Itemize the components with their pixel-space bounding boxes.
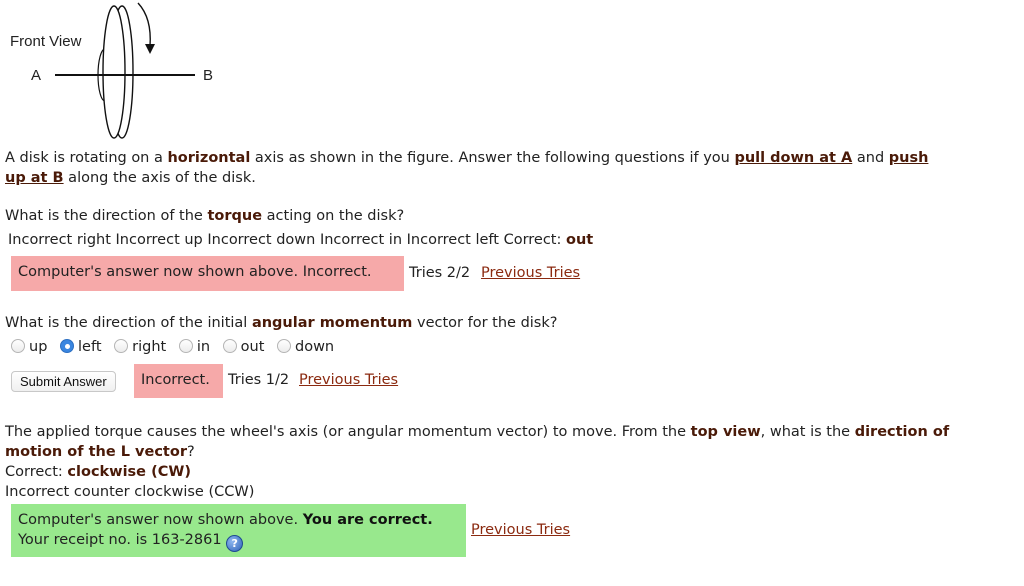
intro-text-3: along the axis of the disk.	[63, 170, 256, 186]
q3-feedback-box: Computer's answer now shown above. You a…	[11, 504, 466, 557]
intro-text-1: A disk is rotating on a	[5, 150, 168, 166]
up-at-b-link[interactable]: up at B	[5, 170, 64, 186]
q3-feedback-line2: Your receipt no. is 163-2861 ?	[18, 532, 244, 552]
q3-feedback-pre: Computer's answer now shown above.	[18, 512, 303, 528]
q3-feedback-line1: Computer's answer now shown above. You a…	[18, 512, 433, 528]
radio-out-label[interactable]: out	[241, 339, 265, 355]
q2-tries: Tries 1/2	[228, 372, 290, 388]
q1-torque: torque	[207, 208, 263, 224]
q2-angular-momentum: angular momentum	[251, 315, 413, 331]
q1-tries: Tries 2/2	[409, 265, 471, 281]
q1-prompt-pre: What is the direction of the	[5, 208, 208, 224]
figure-label-a: A	[31, 67, 42, 84]
radio-out[interactable]	[222, 339, 237, 353]
q1-answers-text: Incorrect right Incorrect up Incorrect d…	[8, 232, 566, 248]
q2-prompt-pre: What is the direction of the initial	[5, 315, 252, 331]
q2-prompt: What is the direction of the initial ang…	[5, 315, 557, 331]
radio-in[interactable]	[178, 339, 193, 353]
q3-prompt: The applied torque causes the wheel's ax…	[5, 422, 949, 502]
q3-prompt-mid: , what is the	[760, 424, 855, 440]
pull-down-link[interactable]: pull down at A	[734, 150, 852, 166]
q3-prompt-pre: The applied torque causes the wheel's ax…	[5, 424, 691, 440]
intro-text-2: axis as shown in the figure. Answer the …	[250, 150, 735, 166]
intro-horizontal: horizontal	[167, 150, 251, 166]
radio-up-label[interactable]: up	[29, 339, 47, 355]
rotation-arrowhead	[145, 44, 155, 54]
q1-feedback-text: Computer's answer now shown above. Incor…	[18, 264, 372, 280]
help-icon[interactable]: ?	[226, 535, 244, 552]
q1-prompt: What is the direction of the torque acti…	[5, 208, 404, 224]
radio-down-label[interactable]: down	[295, 339, 334, 355]
q3-direction-of: direction of	[854, 424, 950, 440]
submit-answer-button[interactable]: Submit Answer	[11, 371, 116, 392]
intro-and: and	[852, 150, 889, 166]
radio-right[interactable]	[114, 339, 129, 353]
q1-correct-answer: out	[566, 232, 594, 248]
radio-in-label[interactable]: in	[197, 339, 210, 355]
q3-motion: motion of the L vector	[5, 444, 187, 460]
intro-paragraph: A disk is rotating on a horizontal axis …	[5, 148, 928, 188]
q1-prompt-post: acting on the disk?	[262, 208, 405, 224]
q3-receipt: Your receipt no. is 163-2861	[18, 532, 222, 548]
q1-previous-tries-link[interactable]: Previous Tries	[481, 265, 580, 281]
q2-feedback-box: Incorrect.	[134, 364, 223, 398]
q3-previous-tries-link[interactable]: Previous Tries	[471, 522, 570, 538]
push-link[interactable]: push	[889, 150, 929, 166]
radio-down[interactable]	[277, 339, 291, 353]
rotation-arrow	[137, 2, 151, 47]
q3-top-view: top view	[690, 424, 761, 440]
q2-feedback-text: Incorrect.	[141, 372, 210, 388]
figure-label-b: B	[203, 67, 214, 84]
q3-feedback-correct: You are correct.	[302, 512, 433, 528]
q3-incorrect-line: Incorrect counter clockwise (CCW)	[5, 484, 255, 500]
q3-correct-answer: clockwise (CW)	[67, 464, 191, 480]
disk-diagram	[55, 2, 195, 139]
radio-left[interactable]	[60, 339, 75, 353]
q2-prompt-post: vector for the disk?	[412, 315, 558, 331]
q2-options: up left right in out down	[11, 339, 342, 355]
q2-previous-tries-link[interactable]: Previous Tries	[299, 372, 398, 388]
q3-prompt-end: ?	[186, 444, 195, 460]
q1-feedback-box: Computer's answer now shown above. Incor…	[11, 256, 404, 291]
disk-front	[102, 5, 126, 139]
radio-left-label[interactable]: left	[78, 339, 102, 355]
radio-up[interactable]	[11, 339, 25, 353]
q1-answers: Incorrect right Incorrect up Incorrect d…	[8, 232, 593, 248]
radio-right-label[interactable]: right	[132, 339, 166, 355]
q3-correct-prefix: Correct:	[5, 464, 68, 480]
